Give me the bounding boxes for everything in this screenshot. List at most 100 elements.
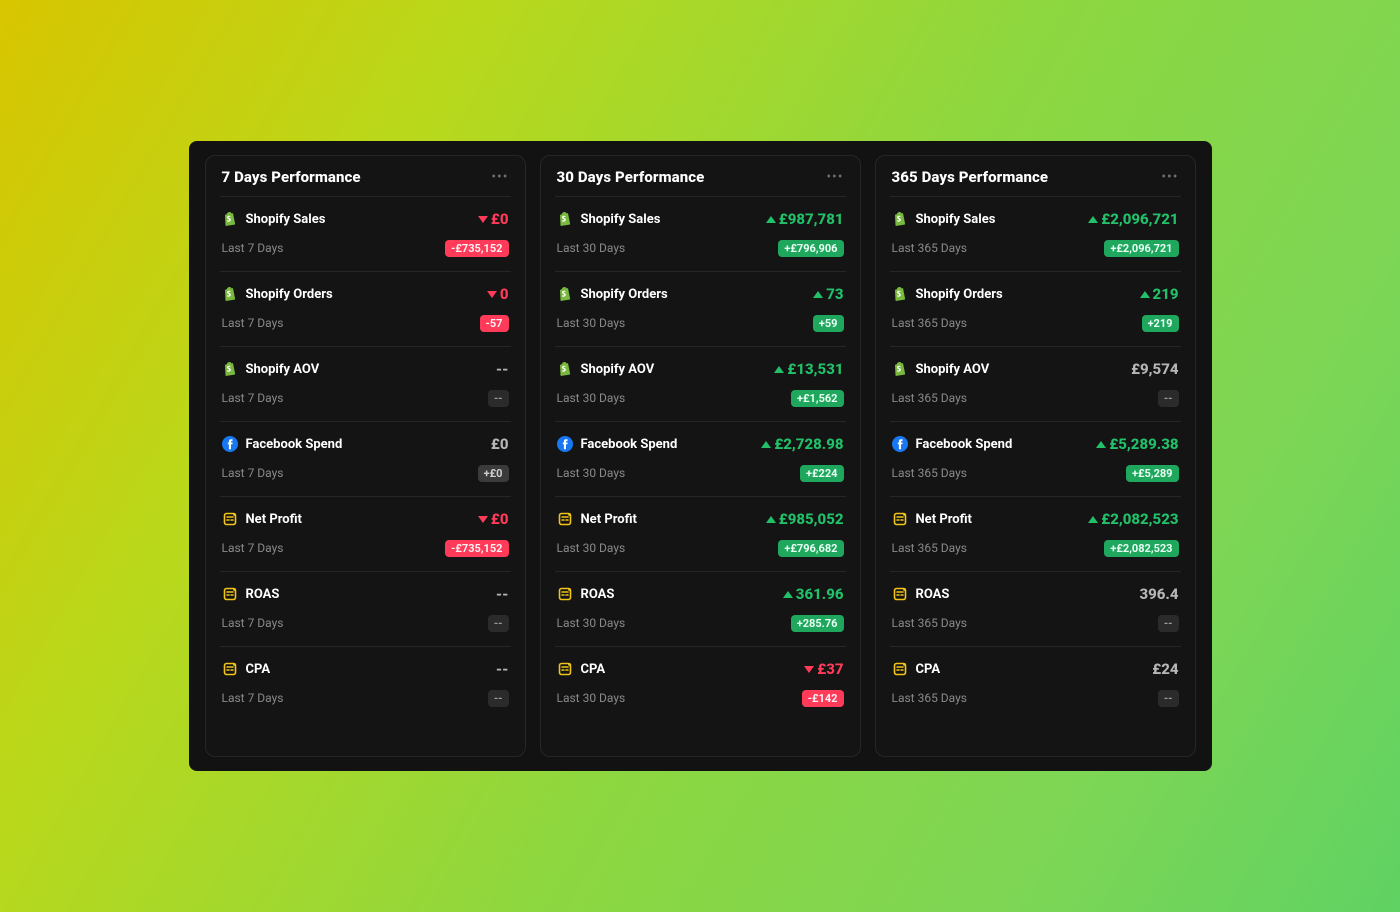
metric-value: 361.96: [783, 585, 844, 603]
metric-sublabel: Last 365 Days: [892, 241, 967, 255]
metric-value: £24: [1152, 660, 1178, 678]
shopify-icon: [557, 361, 573, 377]
metric-facebook-spend: Facebook Spend £0 Last 7 Days +£0: [220, 421, 511, 496]
metric-sublabel: Last 30 Days: [557, 466, 626, 480]
metric-delta-badge: +59: [813, 315, 844, 332]
metric-label: CPA: [581, 662, 606, 677]
metric-shopify-aov: Shopify AOV -- Last 7 Days --: [220, 346, 511, 421]
metric-net-profit: Net Profit £0 Last 7 Days -£735,152: [220, 496, 511, 571]
trend-down-icon: [478, 216, 488, 223]
metric-delta-badge: -57: [480, 315, 509, 332]
metric-label: Shopify Orders: [581, 287, 668, 302]
column-title: 365 Days Performance: [892, 168, 1049, 186]
metric-shopify-sales: Shopify Sales £0 Last 7 Days -£735,152: [220, 196, 511, 271]
column-title: 30 Days Performance: [557, 168, 705, 186]
column-menu-button[interactable]: •••: [826, 169, 843, 185]
facebook-icon: [557, 436, 573, 452]
metric-facebook-spend: Facebook Spend £2,728.98 Last 30 Days +£…: [555, 421, 846, 496]
trend-down-icon: [478, 516, 488, 523]
metric-label: Shopify Orders: [916, 287, 1003, 302]
metric-label: Shopify Sales: [581, 212, 661, 227]
shopify-icon: [557, 286, 573, 302]
metric-delta-badge: +£796,682: [778, 540, 843, 557]
facebook-icon: [892, 436, 908, 452]
metric-value: --: [496, 660, 509, 678]
trend-up-icon: [783, 591, 793, 598]
calculator-icon: [222, 661, 238, 677]
calculator-icon: [222, 511, 238, 527]
metric-delta-badge: --: [1158, 615, 1179, 632]
metric-value: £9,574: [1131, 360, 1178, 378]
shopify-icon: [222, 361, 238, 377]
metric-shopify-aov: Shopify AOV £9,574 Last 365 Days --: [890, 346, 1181, 421]
metric-sublabel: Last 365 Days: [892, 391, 967, 405]
metric-label: ROAS: [581, 587, 615, 602]
metric-delta-badge: +£0: [478, 465, 509, 482]
metric-delta-badge: +£796,906: [778, 240, 843, 257]
metric-cpa: CPA £24 Last 365 Days --: [890, 646, 1181, 721]
trend-up-icon: [1140, 291, 1150, 298]
metric-shopify-orders: Shopify Orders 0 Last 7 Days -57: [220, 271, 511, 346]
metric-delta-badge: +219: [1142, 315, 1179, 332]
calculator-icon: [222, 586, 238, 602]
calculator-icon: [892, 661, 908, 677]
column-menu-button[interactable]: •••: [1161, 169, 1178, 185]
metric-value: --: [496, 360, 509, 378]
metric-label: Shopify Sales: [916, 212, 996, 227]
metric-value: £0: [491, 435, 509, 453]
metric-roas: ROAS 361.96 Last 30 Days +285.76: [555, 571, 846, 646]
calculator-icon: [557, 661, 573, 677]
column-title: 7 Days Performance: [222, 168, 361, 186]
metric-facebook-spend: Facebook Spend £5,289.38 Last 365 Days +…: [890, 421, 1181, 496]
metric-label: ROAS: [916, 587, 950, 602]
metric-value: £2,096,721: [1088, 210, 1178, 228]
metric-cpa: CPA £37 Last 30 Days -£142: [555, 646, 846, 721]
metric-value: £985,052: [766, 510, 844, 528]
metric-net-profit: Net Profit £2,082,523 Last 365 Days +£2,…: [890, 496, 1181, 571]
trend-up-icon: [1088, 516, 1098, 523]
metric-label: Shopify AOV: [916, 362, 990, 377]
metric-shopify-aov: Shopify AOV £13,531 Last 30 Days +£1,562: [555, 346, 846, 421]
metric-shopify-sales: Shopify Sales £2,096,721 Last 365 Days +…: [890, 196, 1181, 271]
shopify-icon: [892, 361, 908, 377]
metric-label: Shopify Sales: [246, 212, 326, 227]
metric-sublabel: Last 7 Days: [222, 241, 284, 255]
metric-label: Shopify Orders: [246, 287, 333, 302]
trend-up-icon: [1088, 216, 1098, 223]
trend-up-icon: [766, 516, 776, 523]
column-menu-button[interactable]: •••: [491, 169, 508, 185]
metric-sublabel: Last 365 Days: [892, 541, 967, 555]
metric-value: £987,781: [766, 210, 844, 228]
metric-value: 396.4: [1139, 585, 1178, 603]
metric-value: 73: [813, 285, 843, 303]
metric-value: £0: [478, 210, 509, 228]
metric-delta-badge: --: [488, 390, 509, 407]
metric-value: 219: [1140, 285, 1179, 303]
trend-down-icon: [487, 291, 497, 298]
trend-up-icon: [813, 291, 823, 298]
metric-label: Net Profit: [916, 512, 972, 527]
shopify-icon: [892, 211, 908, 227]
dashboard-panel: 7 Days Performance ••• Shopify Sales £0 …: [189, 141, 1212, 771]
calculator-icon: [892, 511, 908, 527]
metric-net-profit: Net Profit £985,052 Last 30 Days +£796,6…: [555, 496, 846, 571]
metric-delta-badge: +£5,289: [1126, 465, 1178, 482]
metric-sublabel: Last 30 Days: [557, 391, 626, 405]
metric-value: --: [496, 585, 509, 603]
metric-sublabel: Last 30 Days: [557, 616, 626, 630]
metric-sublabel: Last 365 Days: [892, 466, 967, 480]
performance-column-30d: 30 Days Performance ••• Shopify Sales £9…: [540, 155, 861, 757]
metric-sublabel: Last 30 Days: [557, 541, 626, 555]
metric-value: £5,289.38: [1096, 435, 1178, 453]
metric-label: Net Profit: [581, 512, 637, 527]
metric-value: £37: [804, 660, 843, 678]
metric-roas: ROAS -- Last 7 Days --: [220, 571, 511, 646]
metric-shopify-orders: Shopify Orders 73 Last 30 Days +59: [555, 271, 846, 346]
performance-column-365d: 365 Days Performance ••• Shopify Sales £…: [875, 155, 1196, 757]
metric-label: Facebook Spend: [246, 437, 343, 452]
metric-delta-badge: +285.76: [791, 615, 844, 632]
metric-value: £13,531: [774, 360, 843, 378]
metric-sublabel: Last 30 Days: [557, 241, 626, 255]
metric-delta-badge: --: [1158, 690, 1179, 707]
metric-value: £2,082,523: [1088, 510, 1178, 528]
